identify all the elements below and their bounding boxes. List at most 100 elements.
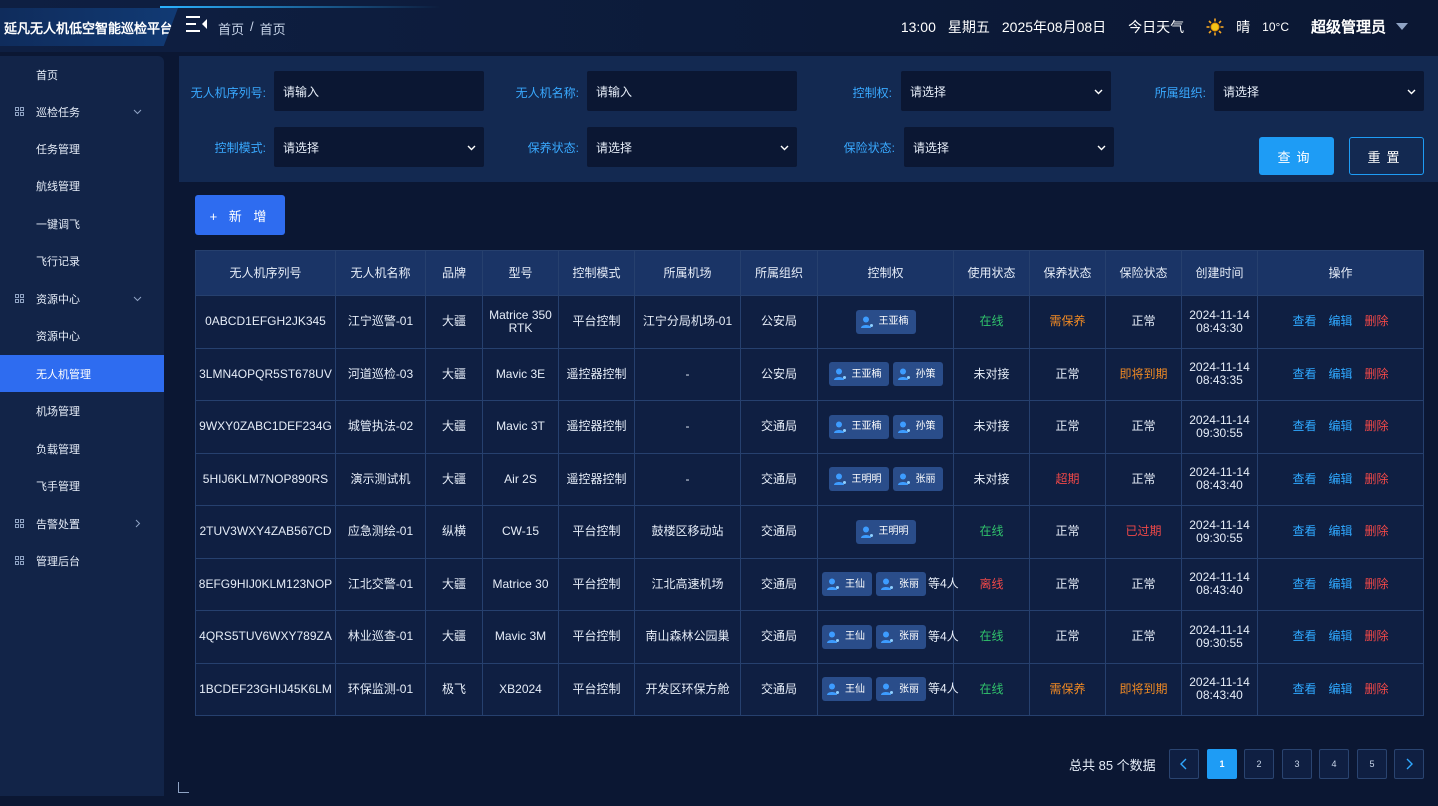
mode-select[interactable]: 请选择	[274, 127, 484, 167]
sidebar-item-pilot-management[interactable]: 飞手管理	[0, 467, 164, 504]
maintenance-select[interactable]: 请选择	[587, 127, 797, 167]
delete-button[interactable]: 删除	[1365, 682, 1389, 696]
edit-button[interactable]: 编辑	[1328, 577, 1352, 591]
page-4-button[interactable]: 4	[1319, 749, 1349, 779]
sidebar-item-task-management[interactable]: 任务管理	[0, 130, 164, 167]
delete-button[interactable]: 删除	[1365, 629, 1389, 643]
delete-button[interactable]: 删除	[1365, 524, 1389, 538]
cell-serial: 4QRS5TUV6WXY789ZA	[195, 610, 336, 664]
sidebar-group-alarm-handling[interactable]: 告警处置	[0, 505, 164, 542]
control-filter-label: 控制权:	[852, 86, 892, 100]
sidebar-group-patrol-tasks[interactable]: 巡检任务	[0, 93, 164, 130]
view-button[interactable]: 查看	[1292, 629, 1316, 643]
view-button[interactable]: 查看	[1292, 682, 1316, 696]
delete-button[interactable]: 删除	[1365, 419, 1389, 433]
sidebar-group-admin-backend[interactable]: 管理后台	[0, 542, 164, 579]
edit-button[interactable]: 编辑	[1328, 472, 1352, 486]
view-button[interactable]: 查看	[1292, 472, 1316, 486]
controller-tag[interactable]: 张丽	[876, 624, 926, 649]
controller-tag[interactable]: 孙策	[892, 362, 943, 387]
insurance-select[interactable]: 请选择	[904, 127, 1114, 167]
sidebar-item-label: 巡检任务	[36, 106, 80, 119]
breadcrumb-home[interactable]: 首页	[218, 19, 244, 38]
page-2-button[interactable]: 2	[1244, 749, 1274, 779]
reset-button[interactable]: 重置	[1349, 137, 1424, 175]
table-header-row: 无人机序列号 无人机名称 品牌 型号 控制模式 所属机场 所属组织 控制权 使用状态 保养状态 保险…	[195, 250, 1424, 296]
cell-model: Air 2S	[482, 452, 559, 506]
edit-button[interactable]: 编辑	[1328, 314, 1352, 328]
edit-button[interactable]: 编辑	[1328, 367, 1352, 381]
caret-down-icon[interactable]	[1396, 23, 1408, 30]
sidebar-item-resource-center[interactable]: 资源中心	[0, 317, 164, 354]
edit-button[interactable]: 编辑	[1328, 629, 1352, 643]
app-title: 延凡无人机低空智能巡检平台	[0, 8, 178, 46]
edit-button[interactable]: 编辑	[1328, 419, 1352, 433]
person-icon	[897, 473, 910, 486]
controller-tag[interactable]: 孙策	[892, 414, 943, 439]
page-1-button[interactable]: 1	[1207, 749, 1237, 779]
cell-usage-status: 在线	[953, 610, 1030, 664]
page-5-button[interactable]: 5	[1357, 749, 1387, 779]
cell-maintenance-status-text: 需保养	[1049, 681, 1086, 696]
created-date: 2024-11-14	[1189, 517, 1250, 532]
controller-tag[interactable]: 张丽	[876, 677, 926, 702]
controller-tag[interactable]: 王明明	[855, 519, 916, 544]
table-row: 0ABCD1EFGH2JK345 江宁巡警-01 大疆 Matrice 350 RTK…	[195, 295, 1424, 349]
sidebar-item-one-click-dispatch[interactable]: 一键调飞	[0, 205, 164, 242]
sidebar-item-route-management[interactable]: 航线管理	[0, 167, 164, 204]
mode-filter-label: 控制模式:	[214, 141, 266, 155]
view-button[interactable]: 查看	[1292, 524, 1316, 538]
controller-tag[interactable]: 王亚楠	[828, 362, 889, 387]
view-button[interactable]: 查看	[1292, 419, 1316, 433]
page-3-button[interactable]: 3	[1282, 749, 1312, 779]
sidebar-group-resource-center[interactable]: 资源中心	[0, 280, 164, 317]
controller-tag[interactable]: 王亚楠	[855, 309, 916, 334]
org-select[interactable]: 请选择	[1214, 71, 1424, 111]
name-filter-label: 无人机名称:	[515, 86, 579, 100]
menu-toggle-icon[interactable]	[186, 15, 208, 33]
name-input[interactable]: 请输入	[587, 71, 797, 111]
controller-tag[interactable]: 张丽	[876, 572, 926, 597]
cell-maintenance-status: 需保养	[1029, 295, 1106, 349]
weather-label: 今日天气	[1128, 18, 1185, 35]
prev-page-button[interactable]	[1169, 749, 1199, 779]
insurance-filter-label: 保险状态:	[843, 141, 895, 155]
next-page-button[interactable]	[1394, 749, 1424, 779]
view-button[interactable]: 查看	[1292, 367, 1316, 381]
sidebar-item-flight-records[interactable]: 飞行记录	[0, 242, 164, 279]
delete-button[interactable]: 删除	[1365, 314, 1389, 328]
controller-name: 张丽	[899, 631, 919, 643]
sidebar-item-label: 飞行记录	[36, 255, 80, 268]
chevron-down-icon	[1094, 89, 1103, 95]
cell-actions: 查看 编辑 删除	[1257, 347, 1424, 401]
sidebar-item-airport-management[interactable]: 机场管理	[0, 392, 164, 429]
controller-tag[interactable]: 王明明	[828, 467, 889, 492]
delete-button[interactable]: 删除	[1365, 472, 1389, 486]
sidebar-item-label: 飞手管理	[36, 480, 80, 493]
sidebar-item-payload-management[interactable]: 负载管理	[0, 430, 164, 467]
serial-input[interactable]: 请输入	[274, 71, 484, 111]
header-accent-line	[160, 6, 440, 8]
add-drone-button[interactable]: + 新 增	[195, 195, 285, 235]
sidebar-item-home[interactable]: 首页	[0, 56, 164, 93]
delete-button[interactable]: 删除	[1365, 367, 1389, 381]
edit-button[interactable]: 编辑	[1328, 682, 1352, 696]
controller-tag[interactable]: 王仙	[822, 624, 872, 649]
delete-button[interactable]: 删除	[1365, 577, 1389, 591]
control-select[interactable]: 请选择	[901, 71, 1111, 111]
controller-tag[interactable]: 王仙	[822, 677, 872, 702]
edit-button[interactable]: 编辑	[1328, 524, 1352, 538]
view-button[interactable]: 查看	[1292, 314, 1316, 328]
controller-tag[interactable]: 王亚楠	[828, 414, 889, 439]
cell-serial: 9WXY0ZABC1DEF234G	[195, 400, 336, 454]
controller-tag[interactable]: 张丽	[892, 467, 943, 492]
cell-insurance-status-text: 正常	[1131, 629, 1156, 644]
sidebar-item-label: 负载管理	[36, 443, 80, 456]
query-button[interactable]: 查询	[1259, 137, 1334, 175]
user-name[interactable]: 超级管理员	[1311, 16, 1386, 37]
controller-tag[interactable]: 王仙	[822, 572, 872, 597]
person-icon	[897, 368, 910, 381]
sidebar-item-drone-management[interactable]: 无人机管理	[0, 355, 164, 392]
view-button[interactable]: 查看	[1292, 577, 1316, 591]
sidebar: 首页 巡检任务 任务管理 航线管理 一键调飞 飞行记录 资源中心 资源中心 无人…	[0, 56, 164, 796]
